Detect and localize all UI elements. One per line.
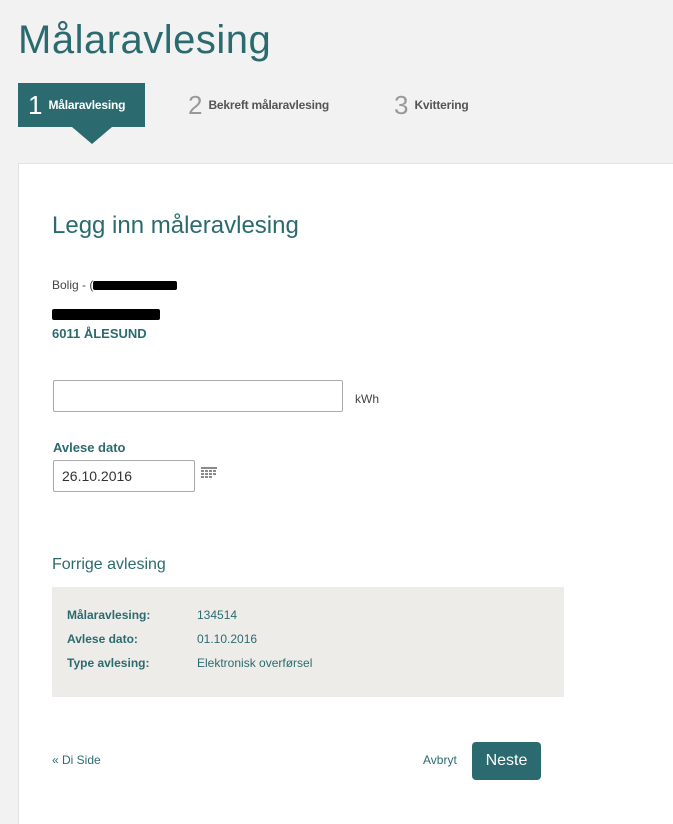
previous-label: Type avlesing: bbox=[67, 656, 150, 670]
redacted-street bbox=[52, 309, 160, 321]
step-label: Bekreft målaravlesing bbox=[208, 98, 329, 112]
form-title: Legg inn måleravlesing bbox=[52, 212, 299, 239]
date-label: Avlese dato bbox=[53, 440, 126, 455]
next-button[interactable]: Neste bbox=[472, 742, 541, 780]
address-city: 6011 ÅLESUND bbox=[52, 326, 147, 341]
back-link[interactable]: « Di Side bbox=[52, 753, 101, 767]
cancel-button[interactable]: Avbryt bbox=[423, 753, 457, 767]
address-street bbox=[52, 306, 160, 324]
calendar-icon[interactable] bbox=[201, 467, 217, 480]
previous-label: Avlese dato: bbox=[67, 632, 138, 646]
step-2: 2 Bekreft målaravlesing bbox=[188, 83, 329, 127]
step-number: 3 bbox=[394, 89, 409, 120]
meter-prefix: Bolig - ( bbox=[52, 278, 94, 292]
previous-reading-box: Målaravlesing: 134514 Avlese dato: 01.10… bbox=[52, 587, 564, 697]
meter-label: Bolig - ( bbox=[52, 278, 178, 292]
date-input[interactable] bbox=[53, 460, 195, 492]
previous-reading-title: Forrige avlesing bbox=[52, 556, 166, 573]
step-number: 1 bbox=[28, 89, 43, 120]
previous-value: 01.10.2016 bbox=[197, 632, 258, 646]
step-indicator: 1 Målaravlesing 2 Bekreft målaravlesing … bbox=[18, 83, 658, 145]
step-3: 3 Kvittering bbox=[394, 83, 469, 127]
step-number: 2 bbox=[188, 89, 203, 120]
page-title: Målaravlesing bbox=[18, 18, 272, 62]
redacted-meter-id bbox=[93, 281, 178, 291]
previous-label: Målaravlesing: bbox=[67, 608, 151, 622]
previous-value: Elektronisk overførsel bbox=[197, 656, 313, 670]
step-1-active: 1 Målaravlesing bbox=[18, 83, 145, 144]
step-label: Målaravlesing bbox=[48, 98, 126, 112]
reading-form-panel: Legg inn måleravlesing Bolig - ( 6011 ÅL… bbox=[18, 163, 673, 824]
previous-value: 134514 bbox=[197, 608, 238, 622]
reading-unit: kWh bbox=[355, 392, 379, 406]
step-label: Kvittering bbox=[414, 98, 469, 112]
reading-input[interactable] bbox=[53, 380, 343, 412]
